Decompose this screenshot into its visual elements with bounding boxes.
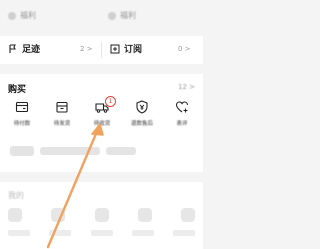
recent-order-preview[interactable] <box>10 146 142 156</box>
order-pending-payment[interactable]: 待付款 <box>2 100 42 127</box>
top-left-label: 福利 <box>20 11 36 20</box>
top-right-label: 福利 <box>120 11 136 20</box>
box-icon <box>56 101 68 113</box>
preview-text <box>40 147 100 155</box>
order-label: 待付款 <box>13 121 31 127</box>
subscribe-icon <box>110 44 120 53</box>
footprint-link[interactable]: 足迹 <box>8 42 40 55</box>
top-bar: 福利 福利 <box>0 0 203 34</box>
heart-plus-icon <box>175 101 189 113</box>
tool-icon[interactable] <box>51 208 66 222</box>
footprint-count: 2 > <box>80 45 93 53</box>
subscribe-link[interactable]: 订阅 <box>110 42 142 55</box>
preview-thumbnail <box>10 146 34 156</box>
my-tools-title: 我的 <box>8 191 24 200</box>
subscribe-label: 订阅 <box>124 45 143 55</box>
order-review[interactable]: 表评 <box>162 100 202 127</box>
order-pending-receipt[interactable]: 1 待收货 <box>82 96 122 127</box>
order-refund-aftersale[interactable]: 退款售后 <box>122 100 162 127</box>
order-status-row: 待付款 待发货 1 待收货 退款售后 表评 <box>0 96 203 136</box>
purchase-more-link[interactable]: 12 > <box>178 83 195 91</box>
top-right-item[interactable]: 福利 <box>108 10 136 21</box>
footprint-icon <box>9 43 16 53</box>
tool-label <box>8 230 30 236</box>
my-tools-card: 我的 <box>0 182 203 249</box>
divider <box>101 42 102 58</box>
tool-label <box>49 230 72 236</box>
subscribe-count: 0 > <box>178 45 191 53</box>
wallet-icon <box>15 101 29 113</box>
tool-icon[interactable] <box>8 208 22 222</box>
tool-labels-row <box>8 230 195 236</box>
purchase-card: 购买 12 > 待付款 待发货 1 待收货 退款售后 表评 <box>0 74 203 172</box>
tool-label <box>90 230 113 236</box>
order-label: 待发货 <box>53 121 71 127</box>
notification-badge: 1 <box>105 96 116 107</box>
tool-icon[interactable] <box>137 208 152 222</box>
tool-icon[interactable] <box>181 208 195 222</box>
purchase-title: 购买 <box>8 85 27 95</box>
shield-yen-icon <box>136 100 148 114</box>
tool-label <box>173 230 195 236</box>
top-right-icon <box>108 11 116 20</box>
top-left-icon <box>8 11 16 20</box>
order-label: 退款售后 <box>130 121 153 127</box>
footprint-label: 足迹 <box>22 45 41 55</box>
quick-links-card: 足迹 2 > 订阅 0 > <box>0 36 203 64</box>
tool-icon[interactable] <box>94 208 109 222</box>
order-pending-shipment[interactable]: 待发货 <box>42 100 82 127</box>
preview-status <box>106 147 136 155</box>
tool-icons-row <box>8 208 195 222</box>
tool-label <box>131 230 154 236</box>
order-label: 待收货 <box>93 121 111 127</box>
order-label: 表评 <box>176 121 188 127</box>
top-left-item[interactable]: 福利 <box>8 10 36 21</box>
